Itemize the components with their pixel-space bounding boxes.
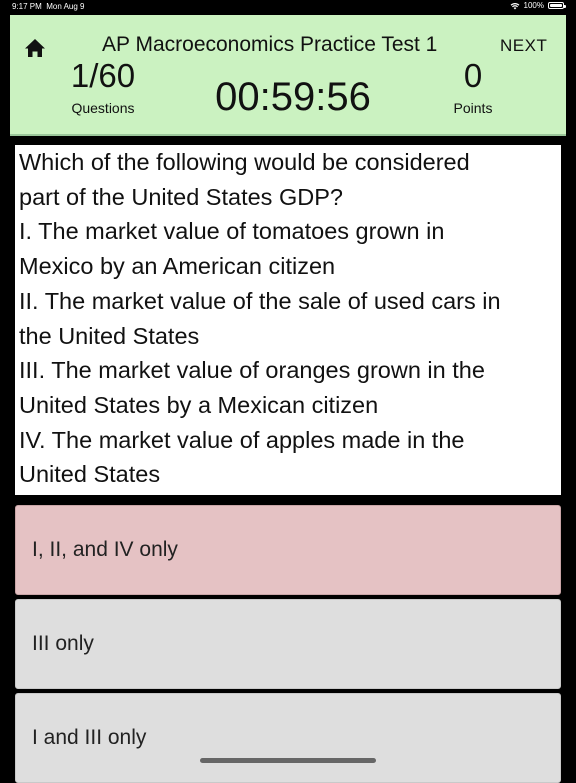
status-time: 9:17 PM Mon Aug 9 [12,2,85,11]
question-text: Which of the following would be consider… [15,145,561,495]
wifi-icon [510,2,519,9]
quiz-header: AP Macroeconomics Practice Test 1 NEXT 1… [10,15,566,136]
question-line: United States by a Mexican citizen [19,391,379,418]
home-indicator[interactable] [200,758,376,763]
next-button[interactable]: NEXT [500,36,547,56]
answer-option-2[interactable]: III only [15,599,561,689]
countdown-timer: 00:59:56 [215,75,371,119]
question-line: the United States [19,322,200,349]
battery-percent: 100% [523,1,544,10]
test-title: AP Macroeconomics Practice Test 1 [102,33,438,56]
battery-icon [548,2,566,9]
question-progress: 1/60 [70,57,136,94]
answer-option-1[interactable]: I, II, and IV only [15,505,561,595]
status-date-text: Mon Aug 9 [46,2,85,11]
answer-label: III only [32,632,94,655]
home-icon [25,39,45,57]
points-value: 0 [463,57,483,94]
answer-option-3[interactable]: I and III only [15,693,561,783]
question-line: part of the United States GDP? [19,183,343,210]
answer-label: I and III only [32,726,147,749]
question-line: IV. The market value of apples made in t… [19,426,465,453]
question-line: I. The market value of tomatoes grown in [19,218,445,245]
status-right: 100% [510,1,566,10]
status-time-text: 9:17 PM [12,2,42,11]
question-progress-label: Questions [71,100,135,116]
question-line: III. The market value of oranges grown i… [19,357,485,384]
question-line: Which of the following would be consider… [19,149,470,175]
question-line: II. The market value of the sale of used… [19,287,501,314]
answer-label: I, II, and IV only [32,538,178,561]
question-line: United States [19,461,161,488]
points-label: Points [453,100,493,116]
question-line: Mexico by an American citizen [19,253,336,280]
home-button[interactable] [24,37,46,59]
status-bar: 9:17 PM Mon Aug 9 100% [0,0,576,14]
